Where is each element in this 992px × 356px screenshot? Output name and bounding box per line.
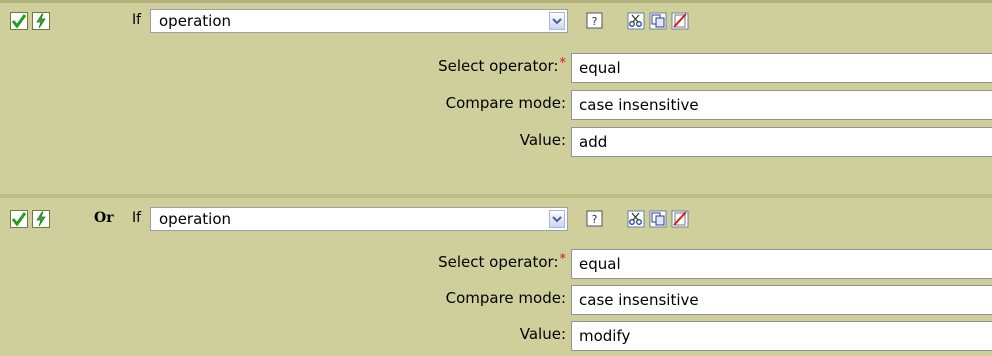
value-field[interactable]: add (571, 127, 992, 157)
cut-icon[interactable] (627, 12, 645, 30)
condition-block-2: Or If operation ? Select operator:* equa… (0, 198, 992, 356)
condition-selector[interactable]: operation (150, 9, 568, 33)
required-marker: * (559, 252, 567, 267)
select-operator-label: Select operator:* (438, 252, 567, 271)
enable-check-icon[interactable] (10, 12, 28, 30)
value-label: Value: (519, 131, 566, 149)
condition-selector[interactable]: operation (150, 207, 568, 231)
select-operator-field[interactable]: equal (571, 53, 992, 83)
condition-header-row: Or If operation ? (0, 201, 992, 236)
delete-icon[interactable] (671, 12, 689, 30)
compare-mode-field[interactable]: case insensitive (571, 285, 992, 315)
value-field-value: modify (579, 327, 631, 345)
condition-selector-value: operation (159, 210, 232, 228)
value-label: Value: (519, 325, 566, 343)
compare-mode-label: Compare mode: (445, 94, 566, 112)
required-marker: * (559, 56, 567, 71)
or-label: Or (94, 210, 114, 226)
disable-toggle-icon[interactable] (32, 210, 50, 228)
condition-block-1: If operation ? Select operator:* equal C… (0, 0, 992, 194)
if-label: If (132, 12, 142, 28)
value-field[interactable]: modify (571, 321, 992, 351)
svg-text:?: ? (592, 15, 598, 28)
disable-toggle-icon[interactable] (32, 12, 50, 30)
compare-mode-label: Compare mode: (445, 289, 566, 307)
chevron-down-icon[interactable] (549, 12, 565, 30)
compare-mode-field[interactable]: case insensitive (571, 90, 992, 120)
compare-mode-value: case insensitive (579, 291, 699, 309)
condition-header-row: If operation ? (0, 3, 992, 38)
help-icon[interactable]: ? (586, 210, 604, 228)
select-operator-value: equal (579, 255, 621, 273)
svg-text:?: ? (592, 213, 598, 226)
delete-icon[interactable] (671, 210, 689, 228)
select-operator-field[interactable]: equal (571, 249, 992, 279)
cut-icon[interactable] (627, 210, 645, 228)
if-label: If (132, 210, 142, 226)
select-operator-label: Select operator:* (438, 56, 567, 75)
copy-icon[interactable] (649, 12, 667, 30)
enable-check-icon[interactable] (10, 210, 28, 228)
select-operator-value: equal (579, 59, 621, 77)
value-field-value: add (579, 133, 608, 151)
chevron-down-icon[interactable] (549, 210, 565, 228)
condition-selector-value: operation (159, 12, 232, 30)
copy-icon[interactable] (649, 210, 667, 228)
compare-mode-value: case insensitive (579, 96, 699, 114)
help-icon[interactable]: ? (586, 12, 604, 30)
